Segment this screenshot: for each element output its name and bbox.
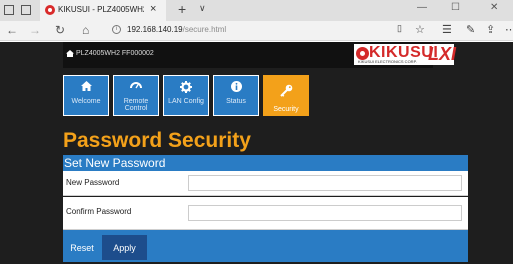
nav-tiles: Welcome Remote Control LAN Config Status…: [63, 75, 363, 116]
home-icon[interactable]: [66, 50, 74, 57]
tab-security-label: Security: [273, 106, 299, 113]
page-title: Password Security: [63, 129, 251, 152]
apply-button[interactable]: Apply: [102, 235, 147, 260]
share-icon[interactable]: ⇪: [486, 23, 495, 36]
gear-icon: [164, 81, 208, 94]
confirm-password-row: Confirm Password: [63, 197, 468, 230]
gauge-icon: [114, 81, 158, 94]
url-field[interactable]: 192.168.140.19/secure.html: [127, 25, 226, 34]
refresh-icon[interactable]: ↻: [55, 23, 65, 37]
device-header: PLZ4005WH2 FF000002 KIKUSUI KIKUSUI ELEC…: [63, 42, 454, 68]
new-password-input[interactable]: [188, 175, 462, 191]
home-button-icon[interactable]: ⌂: [82, 23, 89, 37]
tab-actions-icon[interactable]: [4, 5, 14, 15]
site-info-icon[interactable]: i: [112, 25, 121, 34]
more-menu-icon[interactable]: ⋯: [505, 23, 513, 36]
new-password-row: New Password: [63, 171, 468, 196]
tab-lan-config[interactable]: LAN Config: [163, 75, 209, 116]
tab-welcome[interactable]: Welcome: [63, 75, 109, 116]
device-serial: PLZ4005WH2 FF000002: [76, 50, 154, 57]
notes-pen-icon[interactable]: ✎: [466, 23, 475, 36]
reading-view-icon[interactable]: ▯: [397, 23, 402, 34]
home-icon: [64, 81, 108, 94]
url-host: 192.168.140.19: [127, 25, 183, 34]
close-window-button[interactable]: ✕: [490, 2, 498, 13]
tab-lan-config-label: LAN Config: [168, 98, 204, 105]
tab-remote-control-label: Remote Control: [123, 98, 149, 112]
close-tab-icon[interactable]: ×: [150, 3, 156, 15]
favorites-list-icon[interactable]: ☰: [442, 23, 452, 36]
confirm-password-input[interactable]: [188, 205, 462, 221]
confirm-password-label: Confirm Password: [66, 207, 132, 216]
address-bar: ← → ↻ ⌂ i 192.168.140.19/secure.html ▯ ☆…: [0, 21, 513, 41]
favorite-star-icon[interactable]: ☆: [415, 23, 425, 36]
site-favicon-icon: [45, 5, 55, 15]
reset-button[interactable]: Reset: [63, 235, 101, 260]
lxi-text: LXI: [428, 44, 457, 64]
tab-welcome-label: Welcome: [71, 98, 101, 105]
browser-tab-bar: KIKUSUI - PLZ4005WH2 × + ∨ — ☐ ✕: [0, 0, 513, 21]
url-path: /secure.html: [182, 25, 227, 34]
new-tab-button[interactable]: +: [178, 1, 186, 17]
browser-tab[interactable]: KIKUSUI - PLZ4005WH2 ×: [40, 0, 166, 21]
brand-tagline: KIKUSUI ELECTRONICS CORP.: [358, 59, 417, 64]
info-icon: [214, 81, 258, 94]
maximize-button[interactable]: ☐: [451, 2, 460, 13]
tab-title: KIKUSUI - PLZ4005WH2: [58, 5, 144, 14]
tab-remote-control[interactable]: Remote Control: [113, 75, 159, 116]
form-actions: Reset Apply: [63, 230, 468, 262]
web-page: PLZ4005WH2 FF000002 KIKUSUI KIKUSUI ELEC…: [0, 42, 513, 264]
tab-preview-icon[interactable]: [21, 5, 31, 15]
tab-security[interactable]: Security: [263, 75, 309, 116]
form-heading-bar: Set New Password: [63, 155, 468, 171]
lxi-logo: LXI: [426, 44, 458, 66]
forward-icon[interactable]: →: [29, 23, 41, 37]
tab-status[interactable]: Status: [213, 75, 259, 116]
key-icon: [264, 84, 308, 97]
new-password-label: New Password: [66, 178, 120, 187]
minimize-button[interactable]: —: [417, 2, 427, 13]
back-icon[interactable]: ←: [6, 23, 18, 37]
password-form: Set New Password New Password Confirm Pa…: [63, 155, 468, 262]
tab-status-label: Status: [226, 98, 246, 105]
tab-menu-chevron-icon[interactable]: ∨: [199, 3, 206, 14]
form-heading: Set New Password: [64, 156, 166, 170]
